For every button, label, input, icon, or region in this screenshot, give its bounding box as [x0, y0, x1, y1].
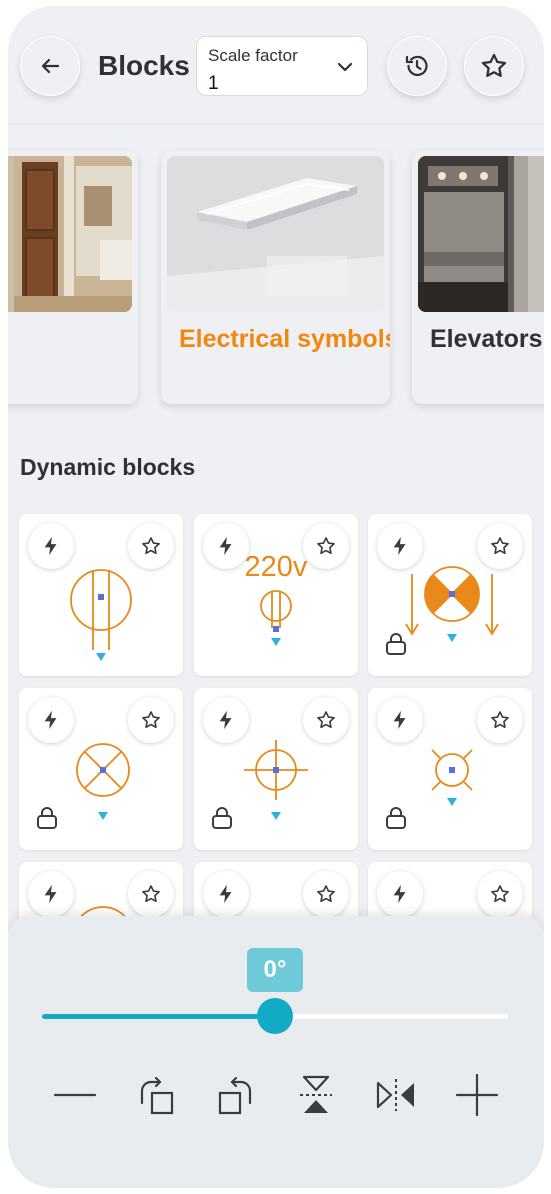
lock-icon	[37, 807, 57, 829]
favorite-block-button[interactable]	[128, 871, 174, 917]
transform-panel: 0°	[8, 916, 544, 1188]
star-icon	[317, 885, 335, 903]
category-card-doors[interactable]	[8, 150, 138, 404]
block-tile[interactable]	[19, 688, 183, 850]
category-card-elevators[interactable]: Elevators	[412, 150, 544, 404]
category-carousel[interactable]: Electrical symbols Elevators	[8, 124, 544, 424]
dynamic-block-button[interactable]	[28, 871, 74, 917]
favorite-block-button[interactable]	[128, 697, 174, 743]
favorite-block-button[interactable]	[477, 697, 523, 743]
block-tile[interactable]	[368, 514, 532, 676]
scale-factor-select[interactable]: Scale factor 1	[196, 36, 368, 96]
star-icon	[317, 711, 335, 729]
dynamic-block-button[interactable]	[203, 871, 249, 917]
rotate-clockwise-icon	[140, 1076, 174, 1115]
block-tile[interactable]: 220v	[194, 514, 358, 676]
favorite-block-button[interactable]	[128, 523, 174, 569]
category-label: Elevators	[430, 325, 543, 353]
favorite-block-button[interactable]	[477, 523, 523, 569]
star-icon	[142, 537, 160, 555]
star-icon	[142, 885, 160, 903]
chevron-down-icon	[337, 62, 353, 72]
dynamic-block-button[interactable]	[28, 523, 74, 569]
dynamic-block-button[interactable]	[377, 697, 423, 743]
flip-vertical-icon	[300, 1075, 332, 1113]
rotation-slider-thumb[interactable]	[257, 998, 293, 1034]
block-tile[interactable]	[19, 862, 183, 922]
lightning-icon	[44, 710, 57, 730]
lock-icon	[386, 633, 406, 655]
scale-factor-value: 1	[208, 73, 219, 94]
back-button[interactable]	[20, 36, 80, 96]
block-tile[interactable]	[19, 514, 183, 676]
dynamic-block-button[interactable]	[377, 523, 423, 569]
favorite-block-button[interactable]	[303, 523, 349, 569]
lightning-icon	[44, 536, 57, 556]
star-icon	[142, 711, 160, 729]
lock-icon	[386, 807, 406, 829]
favorites-button[interactable]	[464, 36, 524, 96]
flip-horizontal-button[interactable]	[371, 1070, 421, 1120]
doors-photo	[8, 156, 132, 312]
rotate-ccw-button[interactable]	[211, 1070, 261, 1120]
history-icon	[405, 55, 428, 76]
lock-icon	[212, 807, 232, 829]
dynamic-block-button[interactable]	[377, 871, 423, 917]
lightning-icon	[393, 710, 406, 730]
blocks-grid[interactable]: 220v	[8, 502, 544, 922]
block-label: 220v	[245, 551, 308, 583]
lightning-icon	[393, 536, 406, 556]
flip-horizontal-icon	[376, 1079, 414, 1111]
arrow-left-icon	[41, 58, 60, 74]
elevator-photo	[418, 156, 544, 312]
lightning-icon	[393, 884, 406, 904]
lightning-icon	[219, 710, 232, 730]
dynamic-block-button[interactable]	[28, 697, 74, 743]
rotation-slider-fill	[42, 1014, 275, 1019]
dynamic-block-button[interactable]	[203, 523, 249, 569]
history-button[interactable]	[387, 36, 447, 96]
star-icon	[317, 537, 335, 555]
block-tile[interactable]	[194, 688, 358, 850]
lightning-icon	[219, 536, 232, 556]
top-bar: Blocks Scale factor 1	[8, 6, 544, 124]
app-screen: Blocks Scale factor 1 Electrical symbols…	[8, 6, 544, 1188]
dynamic-block-button[interactable]	[203, 697, 249, 743]
block-tile[interactable]	[194, 862, 358, 922]
rotate-counterclockwise-icon	[218, 1076, 252, 1115]
block-tile[interactable]	[368, 688, 532, 850]
page-title: Blocks	[98, 50, 190, 81]
star-icon	[491, 537, 509, 555]
section-title: Dynamic blocks	[20, 454, 196, 480]
ceiling-light-photo	[167, 156, 384, 312]
favorite-block-button[interactable]	[303, 871, 349, 917]
add-button[interactable]	[452, 1070, 502, 1120]
star-icon	[491, 885, 509, 903]
lightning-icon	[44, 884, 57, 904]
plus-icon	[455, 1073, 499, 1117]
favorite-block-button[interactable]	[477, 871, 523, 917]
rotate-cw-button[interactable]	[131, 1070, 181, 1120]
scale-factor-label: Scale factor	[208, 46, 298, 65]
line-tool-button[interactable]	[50, 1070, 100, 1120]
category-card-electrical-symbols[interactable]: Electrical symbols	[161, 150, 390, 404]
block-tile[interactable]	[368, 862, 532, 922]
horizontal-line-icon	[53, 1093, 97, 1097]
star-icon	[491, 711, 509, 729]
rotation-angle-badge: 0°	[247, 948, 303, 992]
favorite-block-button[interactable]	[303, 697, 349, 743]
category-label: Electrical symbols	[179, 325, 390, 353]
flip-vertical-button[interactable]	[291, 1070, 341, 1120]
star-icon	[481, 53, 507, 77]
lightning-icon	[219, 884, 232, 904]
